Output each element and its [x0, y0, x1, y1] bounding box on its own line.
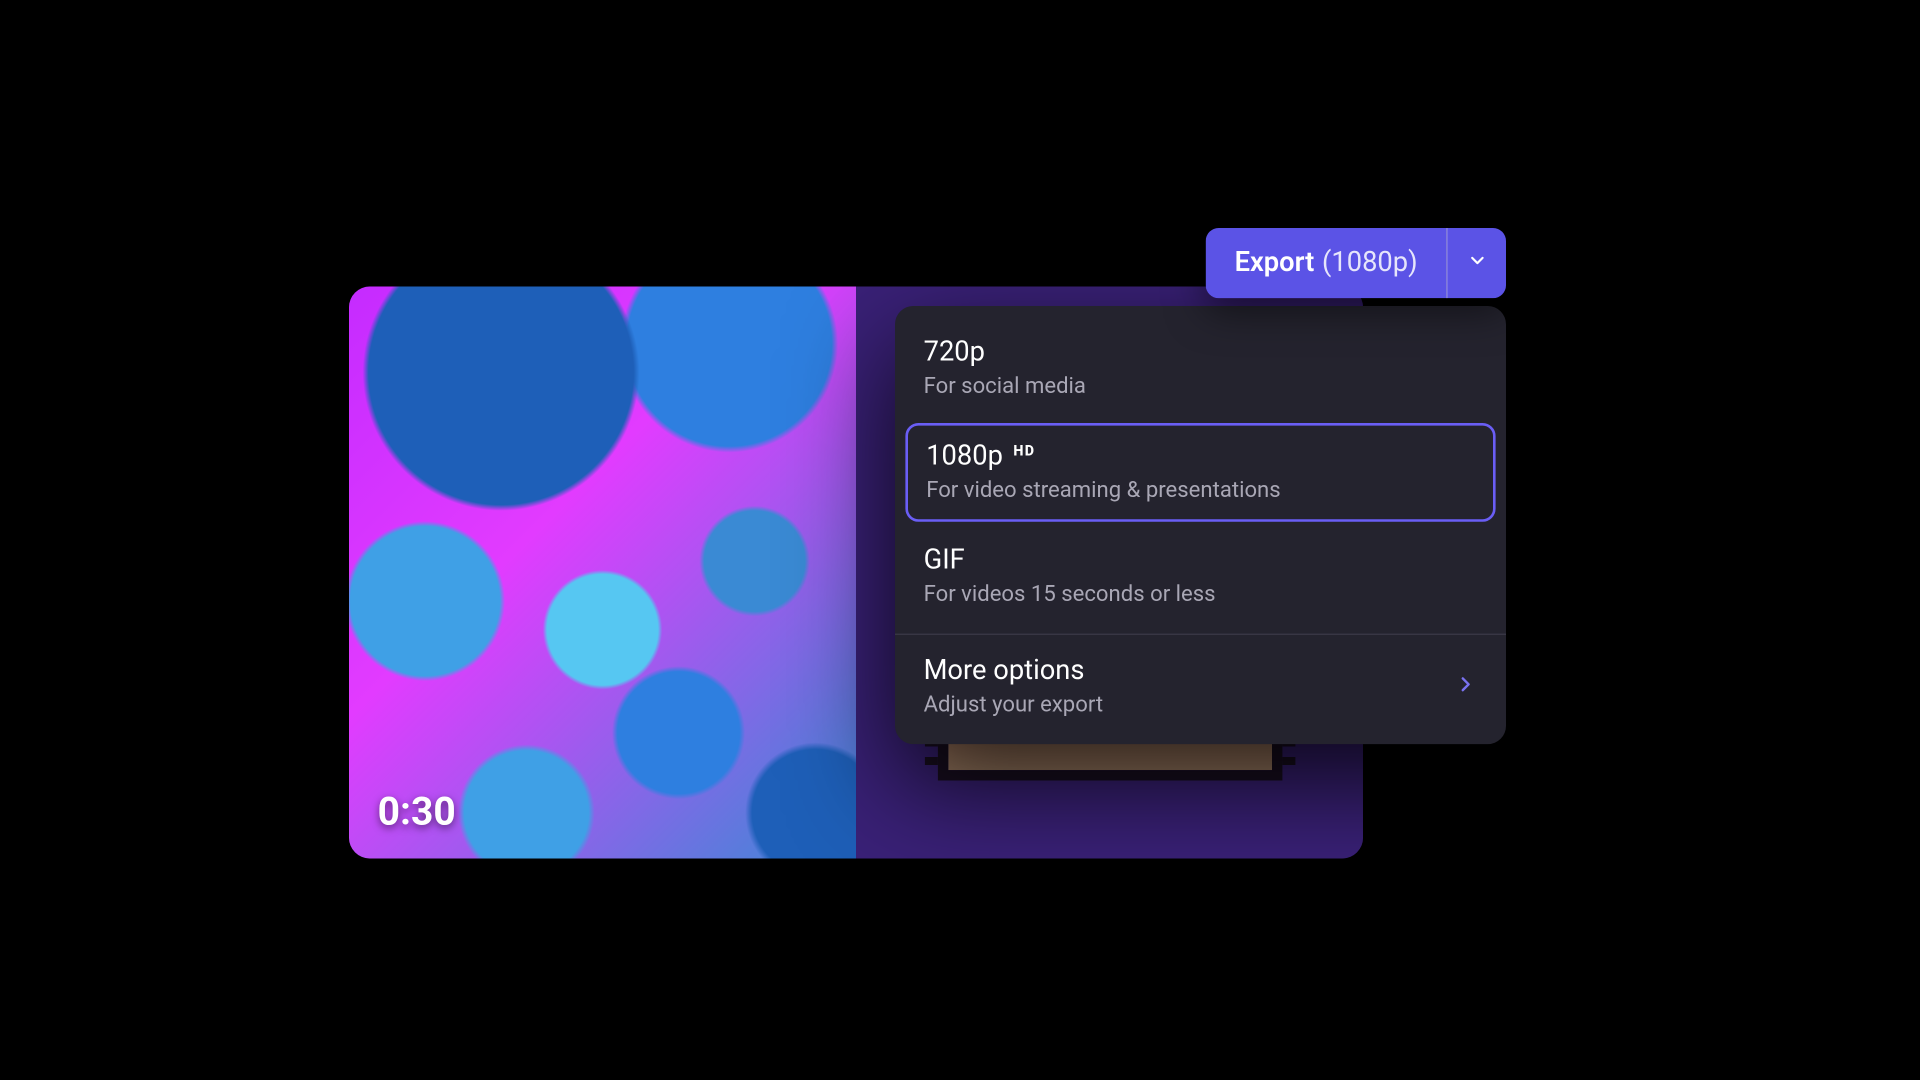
export-button-label: Export [1235, 248, 1315, 279]
hd-badge: HD [1013, 442, 1035, 459]
export-dropdown-toggle[interactable] [1446, 228, 1506, 298]
video-timestamp: 0:30 [378, 790, 456, 836]
export-more-options[interactable]: More options Adjust your export [895, 635, 1506, 744]
export-option-subtitle: For social media [924, 374, 1478, 400]
export-option-720p[interactable]: 720p For social media [895, 319, 1506, 418]
chevron-right-icon [1454, 673, 1477, 702]
more-options-title: More options [924, 656, 1103, 687]
export-option-1080p[interactable]: 1080p HD For video streaming & presentat… [905, 423, 1495, 522]
export-option-subtitle: For video streaming & presentations [926, 478, 1475, 504]
export-option-title: GIF [924, 545, 965, 576]
export-option-gif[interactable]: GIF For videos 15 seconds or less [895, 527, 1506, 626]
video-preview-left [349, 287, 856, 859]
export-split-button: Export (1080p) [1206, 228, 1506, 298]
export-button[interactable]: Export (1080p) [1206, 228, 1446, 298]
export-option-title: 720p [924, 337, 985, 368]
chevron-down-icon [1466, 250, 1487, 276]
export-resolution-dropdown: 720p For social media 1080p HD For video… [895, 306, 1506, 744]
export-option-subtitle: For videos 15 seconds or less [924, 582, 1478, 608]
export-button-resolution: (1080p) [1322, 248, 1418, 279]
export-option-title: 1080p [926, 441, 1003, 472]
more-options-subtitle: Adjust your export [924, 692, 1103, 718]
